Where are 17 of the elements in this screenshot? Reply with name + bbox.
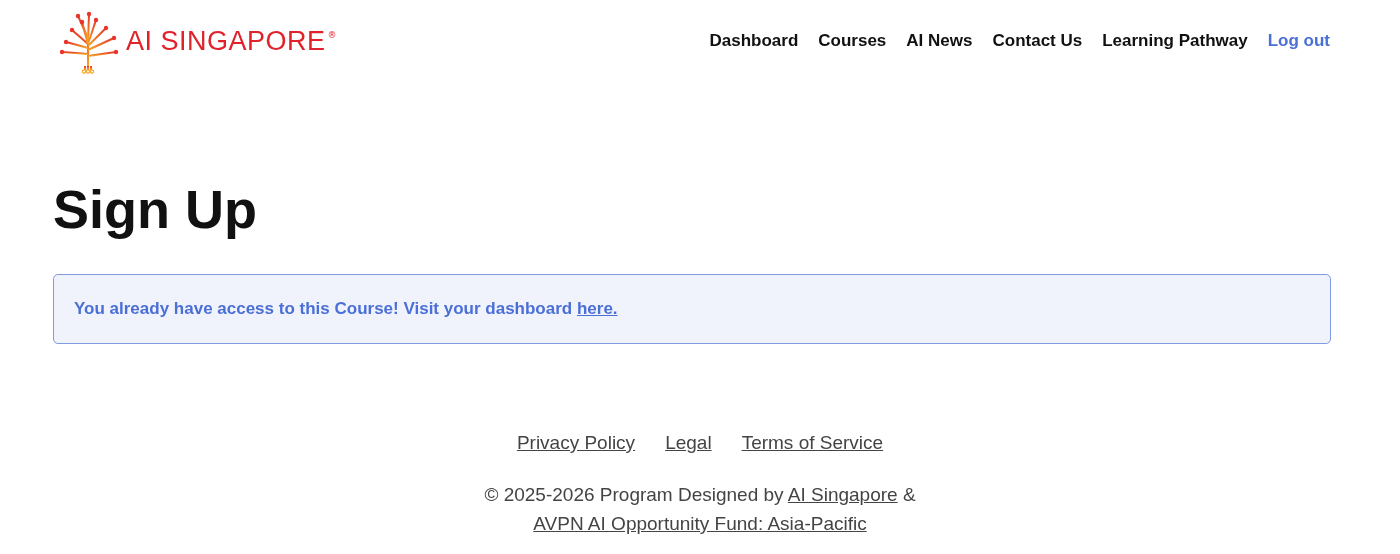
nav-link[interactable]: Learning Pathway <box>1102 31 1248 51</box>
nav-link[interactable]: Courses <box>818 31 887 51</box>
nav-link[interactable]: AI News <box>906 31 973 51</box>
copyright-text: © 2025-2026 Program Designed by AI Singapore & AVPN AI Opportunity Fund: Asia-Pacific <box>483 483 917 536</box>
nav-link[interactable]: Dashboard <box>709 31 799 51</box>
registered-mark: ® <box>327 30 337 40</box>
here-link[interactable]: here. <box>576 299 618 318</box>
nav-link[interactable]: Log out <box>1267 31 1330 51</box>
logo-wordmark: AI SINGAPORE <box>126 25 326 57</box>
nav-link[interactable]: Contact Us <box>992 31 1083 51</box>
avpn-fund-link[interactable]: AVPN AI Opportunity Fund: Asia-Pacific <box>533 513 867 534</box>
footer-link[interactable]: Privacy Policy <box>516 432 636 454</box>
notice-message: You already have access to this Course! Visit your dashboard here. <box>74 299 618 319</box>
ai-singapore-link[interactable]: AI Singapore <box>787 484 898 505</box>
footer-link[interactable]: Legal <box>665 432 712 454</box>
page-title: Sign Up <box>53 178 258 241</box>
footer-link[interactable]: Terms of Service <box>741 432 884 454</box>
